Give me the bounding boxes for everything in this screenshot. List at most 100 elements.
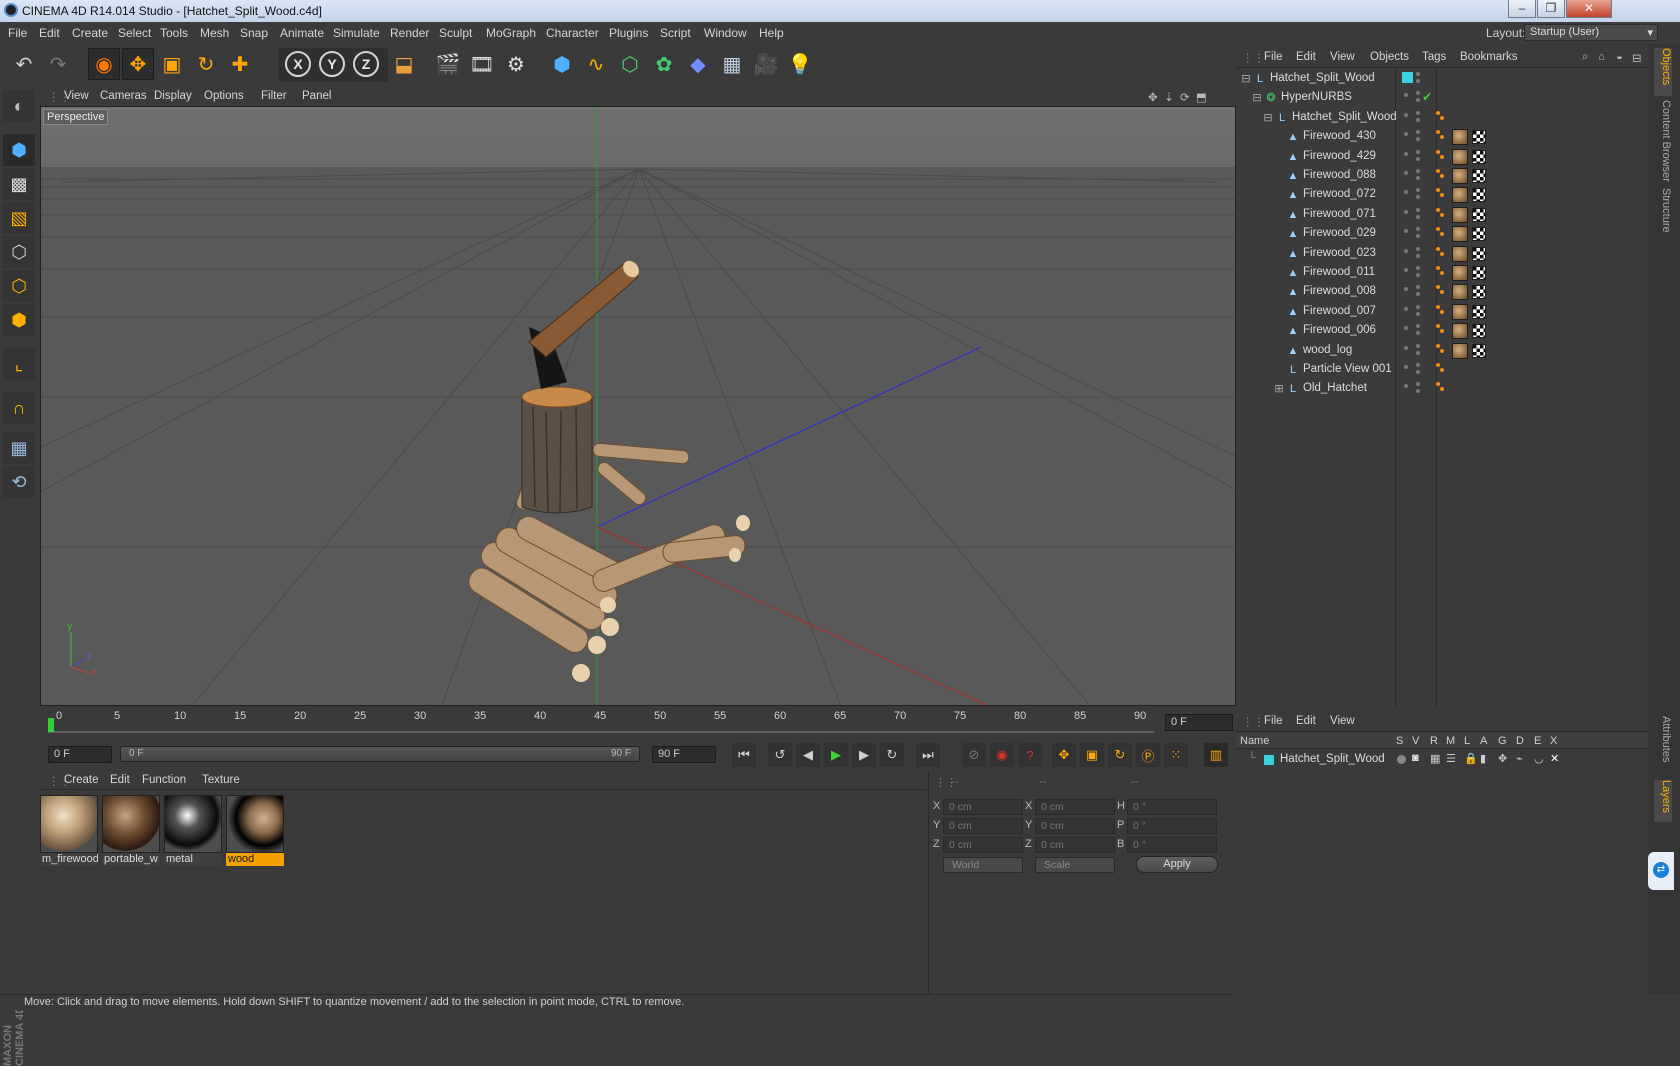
layers-menu-file[interactable]: File <box>1264 715 1283 727</box>
spline-icon[interactable]: ∿ <box>580 48 612 80</box>
editor-visibility-dot[interactable] <box>1404 287 1408 292</box>
tab-objects[interactable]: Objects <box>1654 48 1672 96</box>
frame-range-slider[interactable]: 0 F 90 F <box>120 746 640 762</box>
menu-edit[interactable]: Edit <box>39 26 60 40</box>
viewport-menu-display[interactable]: Display <box>154 90 192 102</box>
rotation-b-field[interactable]: 0 ° <box>1127 837 1217 853</box>
menu-file[interactable]: File <box>8 26 27 40</box>
render-visibility-dot[interactable] <box>1416 188 1420 193</box>
render-visibility-dot[interactable] <box>1416 285 1420 290</box>
manager-icon[interactable]: ☰ <box>1446 752 1456 765</box>
render-visibility-dot[interactable] <box>1416 79 1420 83</box>
material-swatch[interactable]: metal <box>164 795 222 867</box>
snap-icon[interactable]: ∩ <box>3 392 35 424</box>
size-x-field[interactable]: 0 cm <box>1035 799 1115 815</box>
editor-visibility-dot[interactable] <box>1404 132 1408 137</box>
editor-visibility-dot[interactable] <box>1404 345 1408 350</box>
close-button[interactable]: ✕ <box>1566 0 1612 18</box>
texture-tag-icon[interactable] <box>1452 342 1468 359</box>
create-object-icon[interactable]: ✚ <box>224 48 256 80</box>
expand-icon[interactable]: ⊞ <box>1273 383 1285 395</box>
make-editable-icon[interactable]: ◐ <box>3 90 35 122</box>
object-row[interactable]: ▲ Firewood_072 <box>1236 185 1648 204</box>
visible-eye-icon[interactable]: ◙ <box>1412 752 1419 764</box>
go-to-end-icon[interactable]: ⏭ <box>916 743 940 767</box>
texture-tag-icon[interactable] <box>1452 129 1468 146</box>
rotate-icon[interactable]: ↻ <box>190 48 222 80</box>
key-position-icon[interactable]: ✥ <box>1052 743 1076 767</box>
editor-visibility-dot[interactable] <box>1404 306 1408 311</box>
tab-content-browser[interactable]: Content Browser <box>1654 100 1672 184</box>
timeline-ruler[interactable]: 0 5 10 15 20 25 30 35 40 45 50 55 60 65 … <box>40 708 1236 738</box>
home-icon[interactable]: ⌂ <box>1598 51 1605 63</box>
viewport-menu-options[interactable]: Options <box>204 90 244 102</box>
render-visibility-dot[interactable] <box>1416 331 1420 336</box>
render-visibility-dot[interactable] <box>1416 266 1420 270</box>
z-axis-lock-button[interactable]: Z <box>353 51 379 77</box>
menu-sculpt[interactable]: Sculpt <box>439 26 472 40</box>
menu-snap[interactable]: Snap <box>240 26 268 40</box>
undo-icon[interactable]: ↶ <box>8 48 40 80</box>
render-visibility-dot[interactable] <box>1416 304 1420 309</box>
texture-tag-icon[interactable] <box>1452 284 1468 301</box>
animation-icon[interactable]: ▮ <box>1480 752 1486 765</box>
render-visibility-dot[interactable] <box>1416 207 1420 212</box>
render-icon[interactable]: ▦ <box>1430 752 1440 765</box>
generator-icon[interactable]: ✥ <box>1498 752 1507 765</box>
play-icon[interactable]: ▶ <box>824 743 848 767</box>
size-z-field[interactable]: 0 cm <box>1035 837 1115 853</box>
uvw-tag-icon[interactable] <box>1472 130 1486 145</box>
bookmark-icon[interactable]: ◒ <box>1616 51 1623 63</box>
layer-solo-toggle[interactable] <box>1397 755 1406 764</box>
render-picture-viewer-icon[interactable]: 🎞 <box>466 48 498 80</box>
material-menu-create[interactable]: Create <box>64 774 99 786</box>
cube-object-icon[interactable]: ⬢ <box>546 48 578 80</box>
render-visibility-dot[interactable] <box>1416 214 1420 219</box>
object-row[interactable]: L Particle View 001 <box>1236 360 1648 379</box>
render-visibility-dot[interactable] <box>1416 156 1420 161</box>
axis-mode-icon[interactable]: ⌞ <box>3 348 35 380</box>
texture-tag-icon[interactable] <box>1452 245 1468 262</box>
editor-visibility-dot[interactable] <box>1404 209 1408 214</box>
lock-icon[interactable]: 🔒 <box>1464 752 1478 765</box>
render-visibility-dot[interactable] <box>1416 91 1420 96</box>
minimize-button[interactable]: – <box>1508 0 1536 18</box>
key-parameter-icon[interactable]: Ⓟ <box>1136 743 1160 767</box>
keyframe-selection-icon[interactable]: ? <box>1018 743 1042 767</box>
menu-script[interactable]: Script <box>660 26 691 40</box>
uvw-tag-icon[interactable] <box>1472 304 1486 319</box>
render-visibility-dot[interactable] <box>1416 130 1420 135</box>
coordinate-mode-dropdown[interactable]: World <box>943 857 1023 873</box>
render-visibility-dot[interactable] <box>1416 389 1420 394</box>
render-visibility-dot[interactable] <box>1416 234 1420 239</box>
menu-mograph[interactable]: MoGraph <box>486 26 536 40</box>
texture-tag-icon[interactable] <box>1452 226 1468 243</box>
key-scale-icon[interactable]: ▣ <box>1080 743 1104 767</box>
new-view-icon[interactable]: ⊟ <box>1632 51 1642 65</box>
size-mode-dropdown[interactable]: Scale <box>1035 857 1115 873</box>
editor-visibility-dot[interactable] <box>1404 365 1408 369</box>
start-frame-field[interactable]: 0 F <box>48 746 112 763</box>
deformer-icon[interactable]: ⌁ <box>1516 752 1523 765</box>
menu-simulate[interactable]: Simulate <box>333 26 380 40</box>
end-frame-field[interactable]: 90 F <box>652 746 716 763</box>
uvw-tag-icon[interactable] <box>1472 343 1486 358</box>
array-icon[interactable]: ✿ <box>648 48 680 80</box>
object-row[interactable]: ⊟ ❂ HyperNURBS ✔ <box>1236 88 1648 107</box>
material-menu-edit[interactable]: Edit <box>110 774 130 786</box>
material-swatch[interactable]: m_firewood <box>40 795 98 867</box>
uvw-tag-icon[interactable] <box>1472 324 1486 339</box>
go-to-start-icon[interactable]: ⏮ <box>732 743 756 767</box>
object-row[interactable]: ▲ Firewood_088 <box>1236 166 1648 185</box>
render-visibility-dot[interactable] <box>1416 117 1420 122</box>
light-icon[interactable]: 💡 <box>784 48 816 80</box>
editor-visibility-dot[interactable] <box>1404 171 1408 175</box>
camera-icon[interactable]: 🎥 <box>750 48 782 80</box>
apply-button[interactable]: Apply <box>1136 856 1218 873</box>
deformer-icon[interactable]: ◆ <box>682 48 714 80</box>
menu-select[interactable]: Select <box>118 26 151 40</box>
current-frame-field[interactable]: 0 F <box>1165 714 1233 731</box>
objects-menu-file[interactable]: File <box>1264 51 1283 63</box>
menu-character[interactable]: Character <box>546 26 599 40</box>
uvw-tag-icon[interactable] <box>1472 285 1486 300</box>
